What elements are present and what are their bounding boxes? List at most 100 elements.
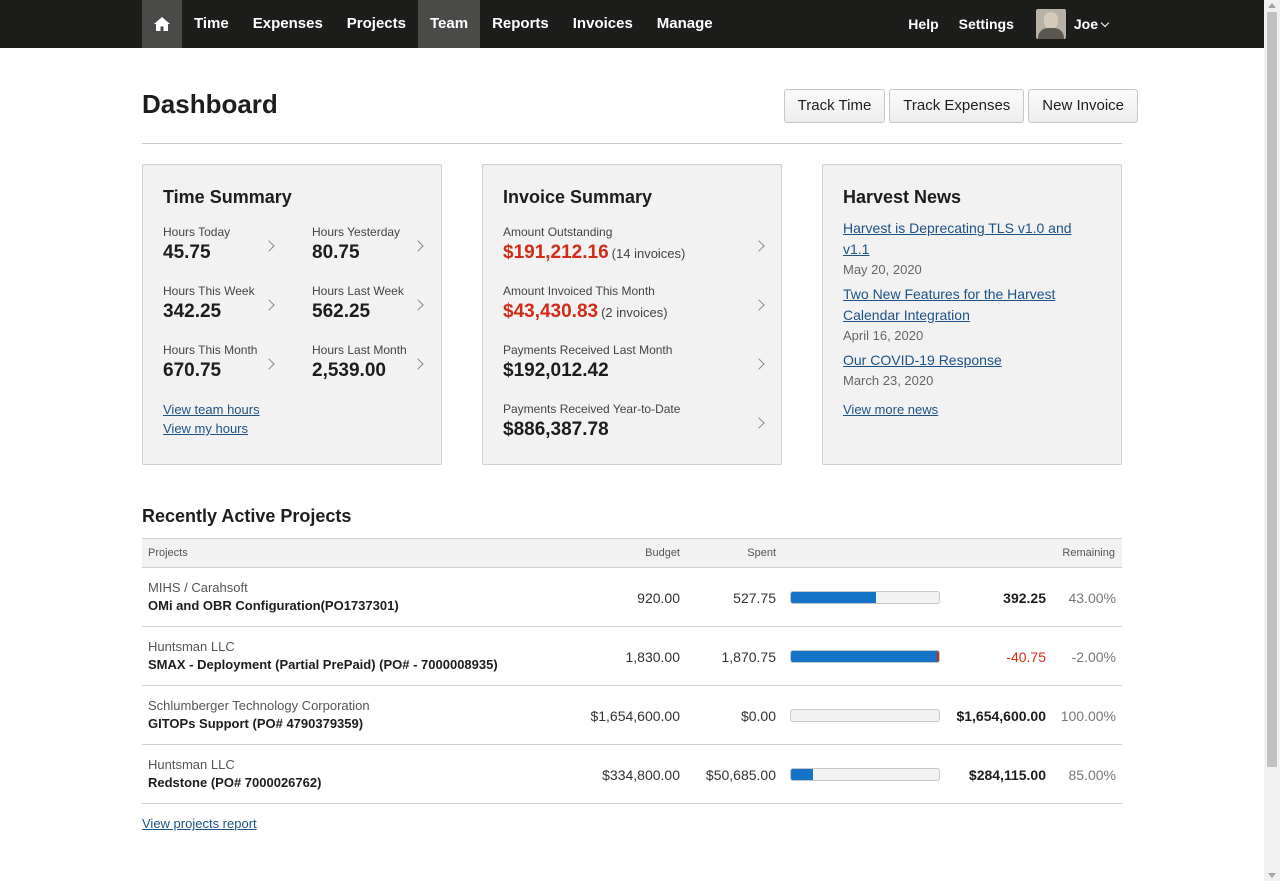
- table-row[interactable]: Schlumberger Technology Corporation GITO…: [142, 686, 1122, 745]
- remaining-percent: -2.00%: [1071, 649, 1116, 665]
- budget-progress-bar: [790, 650, 940, 663]
- budget-value: 1,830.00: [625, 649, 681, 665]
- metric-label: Hours Yesterday: [312, 225, 401, 239]
- scroll-down-arrow-icon[interactable]: [1268, 873, 1276, 878]
- budget-value: $1,654,600.00: [590, 708, 680, 724]
- metric-value: $191,212.16 (14 invoices): [503, 242, 767, 264]
- metric-label: Payments Received Last Month: [503, 343, 673, 357]
- amount-invoiced-metric[interactable]: Amount Invoiced This Month $43,430.83 (2 …: [503, 284, 767, 328]
- track-expenses-button[interactable]: Track Expenses: [889, 89, 1025, 123]
- nav-reports[interactable]: Reports: [480, 0, 561, 48]
- client-name: Huntsman LLC: [148, 639, 235, 654]
- hours-last-week-metric[interactable]: Hours Last Week 562.25: [312, 284, 427, 328]
- amount-outstanding-metric[interactable]: Amount Outstanding $191,212.16 (14 invoic…: [503, 225, 767, 269]
- column-header-projects[interactable]: Projects: [148, 547, 188, 559]
- main-nav: Time Expenses Projects Team Reports Invo…: [142, 0, 725, 48]
- view-my-hours-link[interactable]: View my hours: [163, 421, 248, 436]
- nav-team[interactable]: Team: [418, 0, 481, 48]
- user-menu[interactable]: Joe: [1024, 0, 1122, 48]
- metric-label: Amount Outstanding: [503, 225, 613, 239]
- header-actions: Track Time Track Expenses New Invoice: [783, 89, 1138, 123]
- spent-value: $0.00: [740, 708, 776, 724]
- news-link[interactable]: Two New Features for the Harvest Calenda…: [843, 284, 1093, 326]
- metric-value: $43,430.83 (2 invoices): [503, 301, 767, 323]
- avatar: [1035, 9, 1066, 39]
- payments-ytd-metric[interactable]: Payments Received Year-to-Date $886,387.…: [503, 402, 767, 446]
- nav-invoices[interactable]: Invoices: [561, 0, 645, 48]
- scroll-thumb[interactable]: [1267, 12, 1277, 767]
- track-time-button[interactable]: Track Time: [783, 89, 886, 123]
- invoice-count: (14 invoices): [611, 246, 686, 261]
- nav-time[interactable]: Time: [182, 0, 241, 48]
- scroll-up-arrow-icon[interactable]: [1268, 3, 1276, 8]
- amount-invoiced-value: $43,430.83: [503, 301, 599, 322]
- remaining-percent: 100.00%: [1060, 708, 1116, 724]
- project-name[interactable]: GITOPs Support (PO# 4790379359): [148, 716, 363, 731]
- header-divider: [142, 143, 1122, 144]
- project-name[interactable]: Redstone (PO# 7000026762): [148, 775, 321, 790]
- budget-value: 920.00: [637, 590, 680, 606]
- remaining-value: 392.25: [1003, 590, 1046, 606]
- nav-manage[interactable]: Manage: [645, 0, 725, 48]
- nav-help[interactable]: Help: [898, 0, 948, 48]
- new-invoice-button[interactable]: New Invoice: [1028, 89, 1138, 123]
- progress-fill: [791, 769, 813, 780]
- client-name: MIHS / Carahsoft: [148, 580, 248, 595]
- table-header: Projects Budget Spent Remaining: [142, 538, 1122, 568]
- metric-label: Amount Invoiced This Month: [503, 284, 655, 298]
- over-budget-marker: [937, 651, 939, 662]
- invoice-summary-card: Invoice Summary Amount Outstanding $191,…: [482, 164, 782, 465]
- hours-this-week-metric[interactable]: Hours This Week 342.25: [163, 284, 293, 328]
- metric-value: 562.25: [312, 301, 371, 322]
- hours-last-month-metric[interactable]: Hours Last Month 2,539.00: [312, 343, 427, 387]
- view-team-hours-link[interactable]: View team hours: [163, 402, 260, 417]
- view-more-news-link[interactable]: View more news: [843, 402, 938, 417]
- time-summary-title: Time Summary: [163, 187, 292, 207]
- spent-value: 527.75: [733, 590, 776, 606]
- metric-label: Hours Last Week: [312, 284, 404, 298]
- column-header-remaining[interactable]: Remaining: [1062, 547, 1115, 559]
- budget-progress-bar: [790, 591, 940, 604]
- projects-table: Projects Budget Spent Remaining MIHS / C…: [142, 538, 1122, 804]
- hours-yesterday-metric[interactable]: Hours Yesterday 80.75: [312, 225, 427, 269]
- hours-this-month-metric[interactable]: Hours This Month 670.75: [163, 343, 293, 387]
- news-link[interactable]: Harvest is Deprecating TLS v1.0 and v1.1: [843, 218, 1093, 260]
- metric-value: $886,387.78: [503, 419, 609, 440]
- nav-settings[interactable]: Settings: [949, 0, 1024, 48]
- column-header-budget[interactable]: Budget: [645, 547, 680, 559]
- metric-value: 80.75: [312, 242, 360, 263]
- remaining-percent: 85.00%: [1068, 767, 1116, 783]
- news-date: March 23, 2020: [843, 373, 934, 388]
- home-button[interactable]: [142, 0, 182, 48]
- time-summary-card: Time Summary Hours Today 45.75 Hours Yes…: [142, 164, 442, 465]
- table-row[interactable]: MIHS / Carahsoft OMi and OBR Configurati…: [142, 568, 1122, 627]
- payments-last-month-metric[interactable]: Payments Received Last Month $192,012.42: [503, 343, 767, 387]
- table-row[interactable]: Huntsman LLC SMAX - Deployment (Partial …: [142, 627, 1122, 686]
- remaining-value: $1,654,600.00: [956, 708, 1046, 724]
- secondary-nav: Help Settings Joe: [898, 0, 1122, 48]
- table-row[interactable]: Huntsman LLC Redstone (PO# 7000026762) $…: [142, 745, 1122, 804]
- page-title: Dashboard: [142, 89, 278, 119]
- news-link[interactable]: Our COVID-19 Response: [843, 350, 1093, 371]
- hours-today-metric[interactable]: Hours Today 45.75: [163, 225, 293, 269]
- metric-label: Hours This Week: [163, 284, 255, 298]
- metric-label: Payments Received Year-to-Date: [503, 402, 681, 416]
- harvest-news-card: Harvest News Harvest is Deprecating TLS …: [822, 164, 1122, 465]
- column-header-spent[interactable]: Spent: [747, 547, 776, 559]
- remaining-value: $284,115.00: [968, 767, 1046, 783]
- budget-progress-bar: [790, 709, 940, 722]
- top-navigation-bar: Time Expenses Projects Team Reports Invo…: [0, 0, 1264, 48]
- project-name[interactable]: OMi and OBR Configuration(PO1737301): [148, 598, 399, 613]
- nav-expenses[interactable]: Expenses: [241, 0, 335, 48]
- budget-value: $334,800.00: [602, 767, 680, 783]
- project-name[interactable]: SMAX - Deployment (Partial PrePaid) (PO#…: [148, 657, 498, 672]
- view-projects-report-link[interactable]: View projects report: [142, 816, 257, 831]
- harvest-news-title: Harvest News: [843, 187, 962, 207]
- user-name: Joe: [1073, 16, 1098, 32]
- metric-value: 2,539.00: [312, 360, 386, 381]
- vertical-scrollbar[interactable]: [1264, 0, 1280, 881]
- spent-value: $50,685.00: [705, 767, 776, 783]
- client-name: Schlumberger Technology Corporation: [148, 698, 370, 713]
- nav-projects[interactable]: Projects: [335, 0, 418, 48]
- budget-progress-bar: [790, 768, 940, 781]
